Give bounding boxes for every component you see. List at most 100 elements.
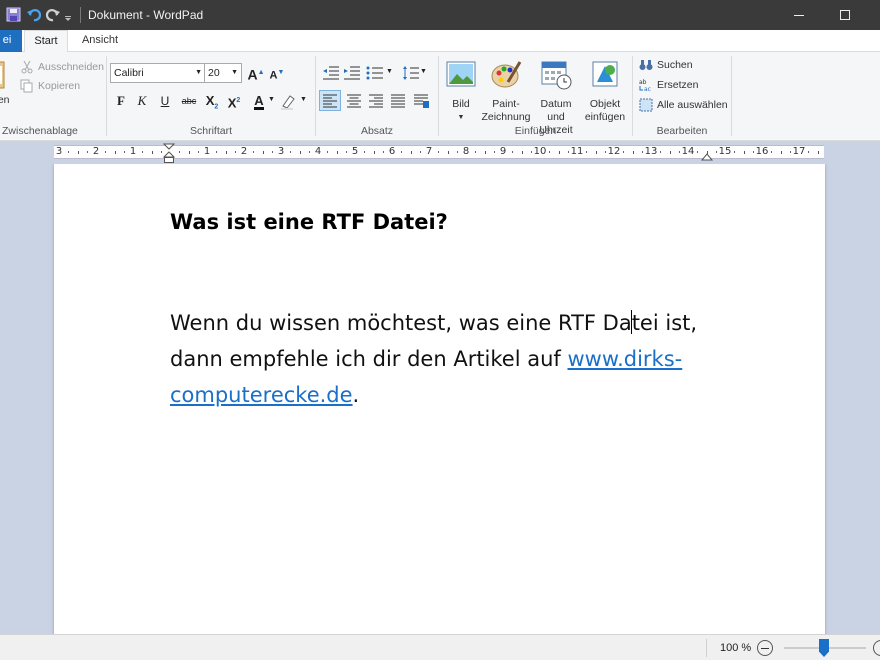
font-color-button[interactable]: A — [250, 92, 268, 110]
ruler-number: 17 — [792, 146, 806, 157]
cut-label: Ausschneiden — [38, 61, 104, 73]
grow-font-icon: A — [247, 66, 258, 83]
tab-file[interactable]: ei — [0, 30, 22, 52]
bold-button[interactable]: F — [112, 92, 130, 110]
status-bar: 100 % — [0, 634, 880, 660]
object-label-line1: Objekt — [589, 98, 621, 110]
align-center-icon[interactable] — [344, 91, 364, 110]
ruler-number: 14 — [681, 146, 695, 157]
document-page[interactable]: Was ist eine RTF Datei? Wenn du wissen m… — [54, 164, 825, 634]
line-spacing-icon[interactable] — [402, 65, 420, 81]
paragraph-group: ▼ ▼ Absatz — [316, 52, 438, 140]
decrease-indent-icon[interactable] — [322, 65, 340, 81]
minimize-button[interactable] — [776, 0, 822, 30]
maximize-button[interactable] — [822, 0, 868, 30]
ruler-number: 1 — [203, 146, 211, 157]
font-size-value: 20 — [208, 67, 220, 79]
strikethrough-button[interactable]: abc — [178, 92, 200, 110]
align-right-icon[interactable] — [366, 91, 386, 110]
underline-button[interactable]: U — [156, 92, 174, 110]
ruler-tick — [382, 151, 384, 153]
zoom-out-button[interactable] — [757, 640, 773, 656]
ruler[interactable]: 3 2 1 1 2 3 4 5 6 7 8 9 10 11 12 13 14 15 16 17 — [0, 141, 880, 164]
paragraph-text: Wenn du wissen möchtest, was eine RTF Da — [170, 311, 632, 335]
paint-drawing-button[interactable]: Paint- Zeichnung — [481, 58, 531, 124]
ruler-tick — [521, 151, 523, 154]
ruler-tick — [567, 151, 569, 153]
ruler-tick — [743, 151, 745, 154]
copy-button[interactable]: Kopieren — [20, 79, 80, 93]
ruler-tick — [484, 151, 486, 154]
ruler-tick — [558, 151, 560, 154]
document-area[interactable]: Was ist eine RTF Datei? Wenn du wissen m… — [0, 164, 880, 634]
subscript-button[interactable]: X2 — [203, 92, 221, 111]
justify-icon[interactable] — [388, 91, 408, 110]
insert-group: Bild ▼ Paint- Zeichnung Datum und Uhrzei… — [439, 52, 632, 140]
superscript-button[interactable]: X2 — [225, 92, 243, 110]
shrink-font-button[interactable]: A▼ — [268, 64, 286, 82]
redo-icon[interactable] — [45, 7, 61, 23]
ruler-tick — [660, 151, 662, 153]
ruler-number: 2 — [92, 146, 100, 157]
select-all-label: Alle auswählen — [657, 99, 728, 111]
ruler-tick — [475, 151, 477, 153]
ruler-number: 3 — [55, 146, 63, 157]
ruler-number: 4 — [314, 146, 322, 157]
picture-icon — [446, 61, 476, 87]
insert-picture-button[interactable]: Bild ▼ — [443, 58, 479, 124]
paragraph-settings-icon[interactable] — [411, 91, 431, 110]
ruler-tick — [234, 151, 236, 153]
maximize-icon — [840, 10, 850, 20]
document-heading: Was ist eine RTF Datei? — [170, 210, 448, 234]
cut-button[interactable]: Ausschneiden — [20, 60, 104, 74]
chevron-down-icon: ▼ — [231, 69, 238, 76]
tab-start[interactable]: Start — [24, 30, 68, 53]
ruler-tick — [151, 151, 153, 154]
paint-label-line1: Paint- — [492, 98, 520, 110]
font-name-select[interactable]: Calibri ▼ — [110, 63, 206, 83]
ruler-tick — [604, 151, 606, 153]
document-paragraph[interactable]: Wenn du wissen möchtest, was eine RTF Da… — [170, 305, 730, 413]
select-all-icon — [639, 98, 653, 112]
font-size-select[interactable]: 20 ▼ — [204, 63, 242, 83]
right-indent-marker-icon[interactable] — [701, 153, 713, 161]
undo-icon[interactable] — [26, 7, 42, 23]
clipboard-group: gen Ausschneiden Kopieren Zwischenablage — [0, 52, 106, 140]
chevron-down-icon[interactable]: ▼ — [300, 96, 307, 103]
ruler-tick — [789, 151, 791, 153]
paragraph-group-label: Absatz — [360, 125, 394, 137]
chevron-down-icon[interactable]: ▼ — [268, 96, 275, 103]
zoom-in-button[interactable] — [873, 640, 880, 656]
replace-button[interactable]: ab ac Ersetzen — [639, 78, 698, 92]
save-icon[interactable] — [6, 7, 22, 23]
highlighter-icon[interactable] — [279, 93, 297, 111]
indent-marker-icon[interactable] — [163, 143, 175, 165]
italic-button[interactable]: K — [133, 92, 151, 110]
paste-button[interactable]: gen — [0, 56, 16, 106]
ruler-tick — [669, 151, 671, 154]
shrink-font-icon: A — [269, 69, 278, 82]
ruler-tick — [114, 151, 116, 154]
paste-label: gen — [0, 94, 10, 106]
ruler-tick — [586, 151, 588, 153]
select-all-button[interactable]: Alle auswählen — [639, 98, 728, 112]
title-separator — [80, 7, 81, 23]
ruler-number: 15 — [718, 146, 732, 157]
zoom-slider-thumb[interactable] — [819, 639, 829, 657]
ruler-tick — [438, 151, 440, 153]
chevron-down-icon[interactable]: ▼ — [386, 68, 393, 75]
ruler-tick — [419, 151, 421, 153]
bullet-list-icon[interactable] — [366, 65, 384, 81]
ruler-tick — [216, 151, 218, 153]
increase-indent-icon[interactable] — [343, 65, 361, 81]
tab-view[interactable]: Ansicht — [74, 30, 126, 52]
replace-icon: abac — [639, 79, 651, 92]
find-button[interactable]: Suchen — [639, 58, 693, 72]
grow-font-button[interactable]: A▲ — [247, 64, 265, 83]
insert-object-button[interactable]: Objekt einfügen — [583, 58, 627, 124]
align-left-button[interactable] — [319, 90, 341, 111]
ruler-tick — [262, 151, 264, 154]
chevron-down-icon[interactable]: ▼ — [420, 68, 427, 75]
font-name-value: Calibri — [114, 67, 144, 79]
customize-quick-access-icon[interactable] — [63, 7, 73, 23]
